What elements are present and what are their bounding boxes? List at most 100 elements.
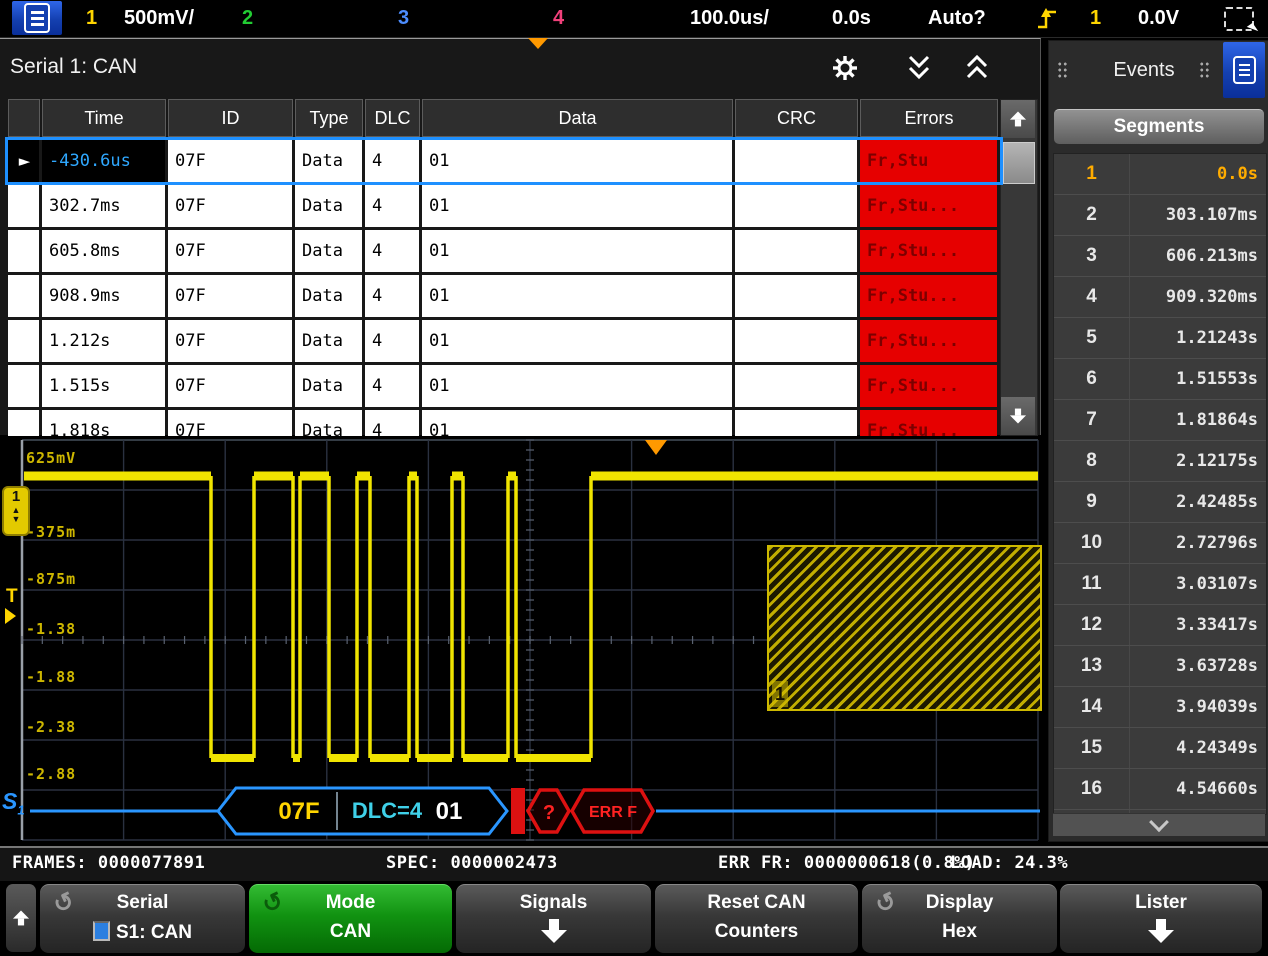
segment-row[interactable]: 82.12175s: [1054, 440, 1266, 481]
lister-row[interactable]: 1.212s07FData401Fr,Stu...: [8, 320, 1000, 362]
segments-tab-button[interactable]: Segments: [1054, 109, 1264, 144]
scrollbar-thumb[interactable]: [1003, 142, 1035, 184]
gear-icon[interactable]: [830, 53, 860, 83]
lister-column-header-data[interactable]: Data: [422, 99, 733, 137]
trigger-level-marker[interactable]: T: [6, 586, 18, 608]
lister-row[interactable]: 302.7ms07FData401Fr,Stu...: [8, 185, 1000, 227]
lister-column-header-dlc[interactable]: DLC: [365, 99, 420, 137]
lister-column-header-errors[interactable]: Errors: [860, 99, 998, 137]
frames-label: FRAMES:: [12, 853, 87, 873]
lister-column-header-id[interactable]: ID: [168, 99, 293, 137]
softkey-lister[interactable]: Lister: [1060, 884, 1262, 954]
cell-dlc: 4: [365, 185, 419, 227]
cell-data: 01: [422, 275, 732, 317]
segment-row[interactable]: 3606.213ms: [1054, 235, 1266, 276]
channel-1-scale[interactable]: 500mV/: [124, 0, 194, 36]
timebase-readout[interactable]: 100.0us/: [690, 0, 769, 36]
segment-time: 1.51553s: [1130, 359, 1266, 399]
lister-column-header-crc[interactable]: CRC: [735, 99, 858, 137]
cell-data: 01: [422, 185, 732, 227]
segment-row[interactable]: 164.54660s: [1054, 768, 1266, 809]
segment-row[interactable]: 51.21243s: [1054, 317, 1266, 358]
channel-2-badge[interactable]: 2: [242, 0, 253, 36]
expand-up-icon[interactable]: [962, 53, 992, 83]
trigger-source-readout[interactable]: 1: [1090, 0, 1101, 36]
axis-label: -875m: [26, 570, 76, 588]
events-list-button[interactable]: [1223, 42, 1265, 98]
channel-4-badge[interactable]: 4: [553, 0, 564, 36]
segment-row[interactable]: 143.94039s: [1054, 686, 1266, 727]
zone-qualifier-region[interactable]: 1: [767, 545, 1042, 711]
time-reference-marker: [528, 38, 548, 49]
segment-row[interactable]: 154.24349s: [1054, 727, 1266, 768]
segment-time: 3.03107s: [1130, 564, 1266, 604]
channel-1-ground-marker[interactable]: 1 ▲▼: [2, 486, 30, 536]
segment-row[interactable]: 113.03107s: [1054, 563, 1266, 604]
lister-column-header-time[interactable]: Time: [42, 99, 166, 137]
lister-row[interactable]: 908.9ms07FData401Fr,Stu...: [8, 275, 1000, 317]
softkey-menu-bar: ↺SerialS1: CAN↺ModeCANSignalsReset CANCo…: [0, 881, 1268, 956]
lister-row[interactable]: 1.515s07FData401Fr,Stu...: [8, 365, 1000, 407]
trigger-level-readout[interactable]: 0.0V: [1138, 0, 1179, 36]
channel-3-badge[interactable]: 3: [398, 0, 409, 36]
segment-row[interactable]: 71.81864s: [1054, 399, 1266, 440]
cell-crc: [735, 230, 857, 272]
cell-err: Fr,Stu...: [860, 185, 997, 227]
main-menu-button[interactable]: [12, 1, 62, 35]
drag-handle-icon[interactable]: [1057, 61, 1068, 79]
lister-row[interactable]: 605.8ms07FData401Fr,Stu...: [8, 230, 1000, 272]
segment-row[interactable]: 4909.320ms: [1054, 276, 1266, 317]
segment-number: 11: [1054, 564, 1130, 604]
segment-time: 303.107ms: [1130, 195, 1266, 235]
softkey-mode[interactable]: ↺ModeCAN: [249, 884, 452, 954]
decode-frame-id: 07F: [278, 798, 319, 825]
lister-table: TimeIDTypeDLCDataCRCErrors►-430.6us07FDa…: [8, 99, 1000, 452]
segment-row[interactable]: 2303.107ms: [1054, 194, 1266, 235]
row-select-marker: ►: [8, 140, 39, 182]
cell-err: Fr,Stu: [860, 140, 997, 182]
segment-row[interactable]: 102.72796s: [1054, 522, 1266, 563]
axis-label: -375m: [26, 523, 76, 541]
segment-row[interactable]: 133.63728s: [1054, 645, 1266, 686]
segments-list[interactable]: 10.0s2303.107ms3606.213ms4909.320ms51.21…: [1053, 153, 1267, 815]
cell-time: 302.7ms: [42, 185, 165, 227]
cell-type: Data: [295, 185, 362, 227]
collapse-down-icon[interactable]: [904, 53, 934, 83]
cell-id: 07F: [168, 365, 292, 407]
menu-icon: [24, 3, 50, 33]
trigger-level-arrow-icon: [5, 608, 16, 624]
segment-time: 1.21243s: [1130, 318, 1266, 358]
trigger-mode-readout[interactable]: Auto?: [928, 0, 986, 36]
trigger-position-marker: [645, 440, 667, 455]
selection-cursor-icon[interactable]: [1224, 7, 1254, 31]
lister-column-header-type[interactable]: Type: [295, 99, 363, 137]
softkey-signals[interactable]: Signals: [456, 884, 651, 954]
cell-time: -430.6us: [42, 140, 165, 182]
back-button[interactable]: [6, 884, 36, 952]
lister-scrollbar[interactable]: [1000, 99, 1038, 436]
decode-error-start-bar: [511, 788, 525, 834]
softkey-display[interactable]: ↺DisplayHex: [862, 884, 1057, 954]
events-panel: Events Segments 10.0s2303.107ms3606.213m…: [1048, 40, 1268, 842]
softkey-serial[interactable]: ↺SerialS1: CAN: [40, 884, 245, 954]
segment-row[interactable]: 123.33417s: [1054, 604, 1266, 645]
segment-row[interactable]: 61.51553s: [1054, 358, 1266, 399]
scroll-down-button[interactable]: [1001, 397, 1035, 435]
segment-row[interactable]: 92.42485s: [1054, 481, 1266, 522]
delay-readout[interactable]: 0.0s: [832, 0, 871, 36]
segment-row[interactable]: 10.0s: [1054, 154, 1266, 194]
list-icon: [1233, 56, 1256, 84]
segment-time: 606.213ms: [1130, 236, 1266, 276]
softkey-reset-can-counters[interactable]: Reset CANCounters: [655, 884, 858, 954]
lister-row[interactable]: ►-430.6us07FData401Fr,Stu: [8, 140, 1000, 182]
segments-scroll-down-bar[interactable]: [1053, 813, 1265, 836]
cell-err: Fr,Stu...: [860, 320, 997, 362]
axis-label: -1.88: [26, 668, 76, 686]
drag-handle-icon[interactable]: [1199, 61, 1210, 79]
channel-1-badge[interactable]: 1: [86, 0, 97, 36]
row-select-marker: [8, 185, 39, 227]
segment-time: 0.0s: [1130, 154, 1266, 194]
scroll-up-button[interactable]: [1001, 100, 1035, 138]
cell-data: 01: [422, 320, 732, 362]
cell-err: Fr,Stu...: [860, 365, 997, 407]
